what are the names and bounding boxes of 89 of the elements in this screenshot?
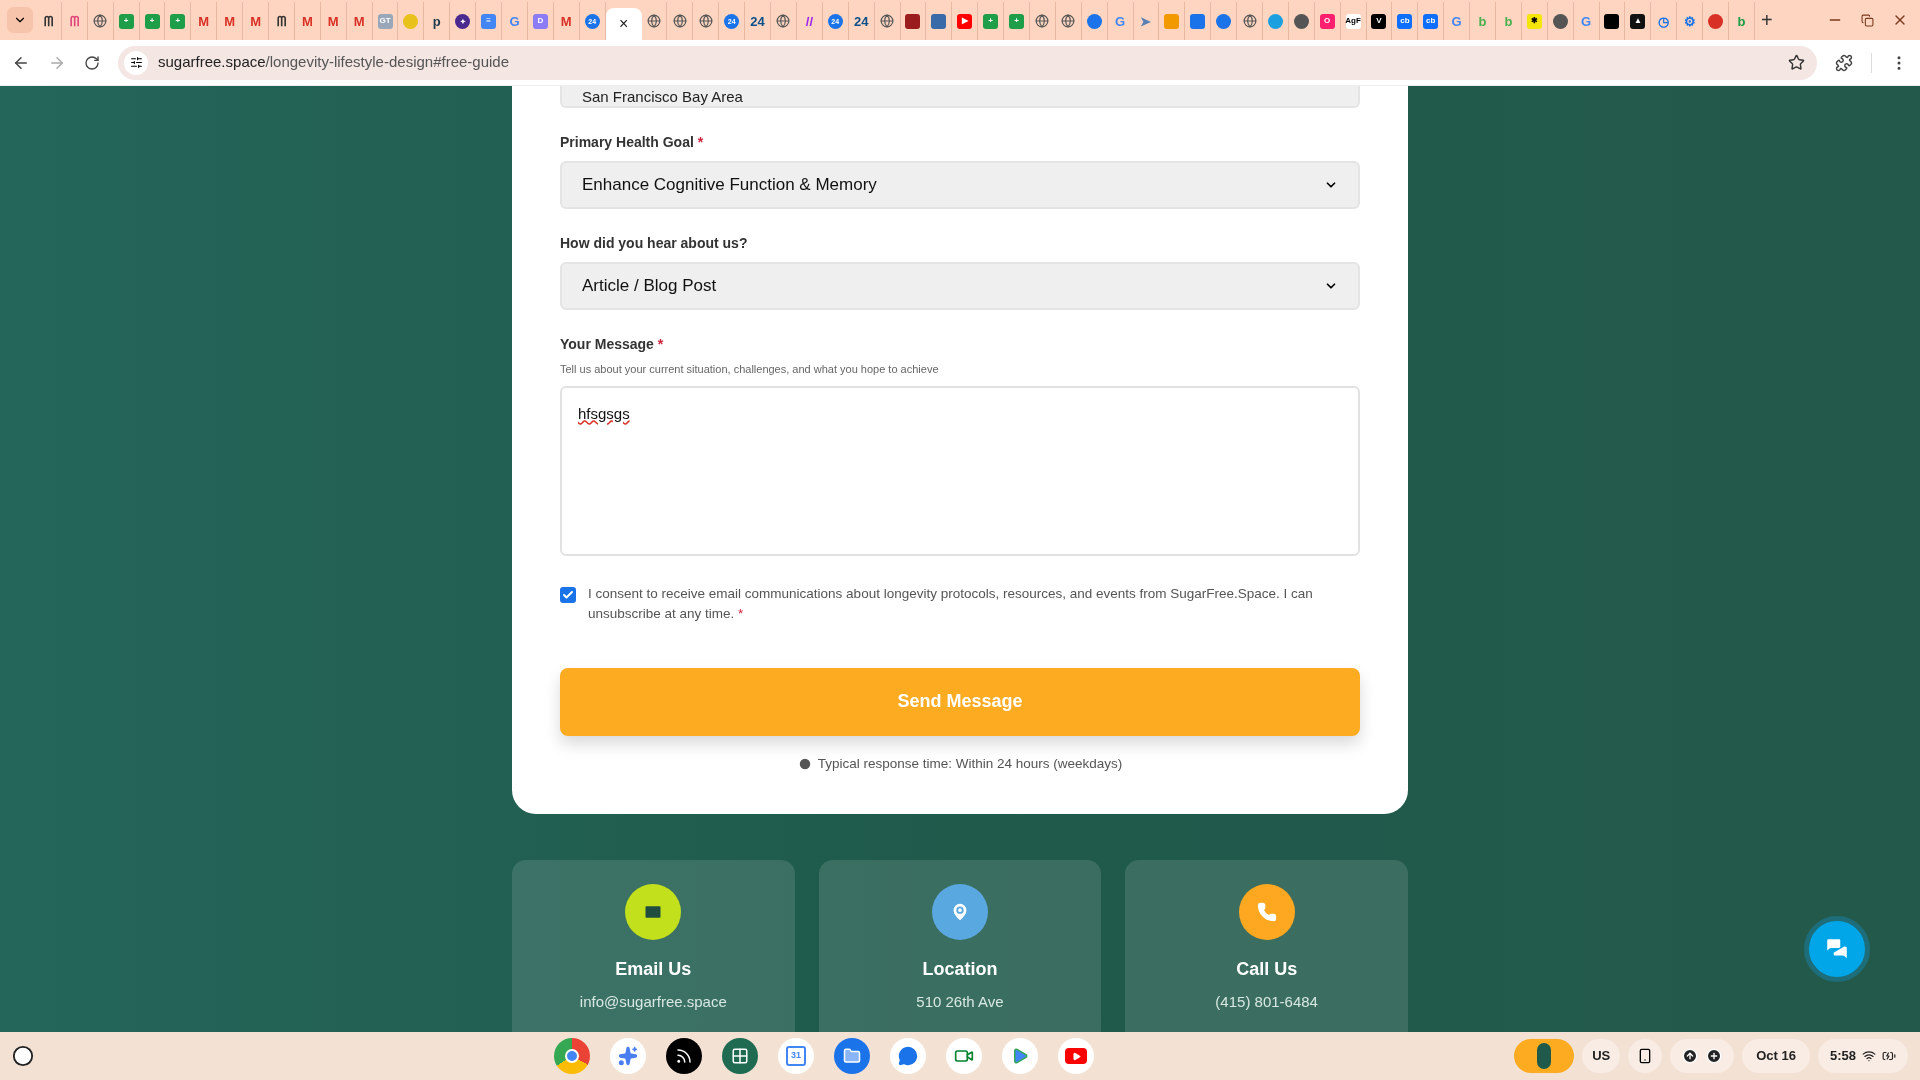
favicon-icon: ➤ (1140, 14, 1152, 28)
waves-app-icon[interactable] (666, 1038, 703, 1074)
favicon-icon: O (1319, 13, 1335, 29)
battery-icon (1882, 1049, 1896, 1063)
favicon-icon: M (224, 14, 236, 28)
bookmark-star-icon[interactable] (1788, 54, 1805, 71)
date-display[interactable]: Oct 16 (1742, 1039, 1810, 1073)
message-field[interactable]: hfsgsgs (560, 385, 1360, 556)
favicon-icon: ≡ (481, 13, 497, 29)
input-method[interactable]: US (1582, 1039, 1621, 1073)
favicon-icon: ▲ (1630, 13, 1646, 29)
card-value: info@sugarfree.space (579, 991, 727, 1012)
favicon-icon: M (301, 14, 313, 28)
favicon-icon: ✱ (1526, 13, 1542, 29)
favicon-icon: M (198, 14, 210, 28)
card-value: 510 26th Ave (916, 991, 1004, 1012)
new-tab-button[interactable]: + (1760, 10, 1773, 30)
favicon-icon: G (1581, 14, 1592, 28)
favicon-icon: AgF (1345, 13, 1361, 29)
favicon-icon: D (532, 13, 548, 29)
favicon-icon: M (250, 14, 261, 28)
favicon-icon: b (1478, 14, 1487, 28)
favicon-icon: b (1504, 14, 1513, 28)
dropdown-field[interactable]: Article / Blog Post (560, 262, 1360, 310)
tab[interactable]: + (1004, 2, 1030, 40)
favicon-icon: 24 (853, 14, 869, 28)
favicon-icon: ᗰ (276, 14, 286, 28)
favicon-icon: cb (1397, 13, 1413, 29)
sparkle-app-icon[interactable] (610, 1038, 647, 1074)
clock-tray[interactable]: 5:58 (1817, 1039, 1908, 1073)
phone-hub-icon[interactable] (1628, 1039, 1663, 1073)
text-field[interactable]: San Francisco Bay Area (560, 86, 1360, 108)
favicon-icon: V (1371, 13, 1387, 29)
check-icon (562, 588, 574, 601)
field-hint: Tell us about your current situation, challenges, and what you hope to achieve (560, 362, 940, 377)
favicon-icon: M (327, 14, 339, 28)
phone-icon (1256, 901, 1277, 922)
card-title: Email Us (615, 957, 692, 981)
browser-app-icon[interactable] (554, 1038, 591, 1074)
favicon-icon: + (170, 13, 186, 29)
card-title: Call Us (1236, 957, 1298, 981)
card-value: (415) 801-6484 (1215, 991, 1318, 1012)
video-player-icon[interactable] (1058, 1038, 1095, 1074)
field-label: How did you hear about us? (560, 234, 749, 253)
favicon-icon: p (432, 14, 441, 28)
address-bar[interactable]: sugarfree.space/longevity-lifestyle-design#free-guide (118, 45, 1817, 80)
status-icons[interactable] (1670, 1039, 1735, 1073)
favicon-icon: ᗰ (69, 14, 79, 28)
favicon-icon: ᗰ (43, 14, 53, 28)
favicon-icon: cb (1423, 13, 1439, 29)
send-message-button[interactable]: Send Message (560, 667, 1360, 736)
restore-icon[interactable] (1861, 13, 1874, 27)
card-title: Location (922, 957, 998, 981)
favicon-icon: 24 (750, 14, 765, 28)
favicon-icon: GT (377, 13, 393, 29)
favicon-icon: M (353, 14, 365, 28)
play-store-icon[interactable] (1002, 1038, 1039, 1074)
response-time-note: Typical response time: Within 24 hours (weekdays) (817, 754, 1123, 773)
video-app-icon[interactable] (946, 1038, 983, 1074)
favicon-icon: ▶ (957, 13, 973, 29)
chat-app-icon[interactable] (890, 1038, 927, 1074)
favicon-icon: b (1737, 14, 1746, 28)
calendar-app-icon[interactable]: 31 (778, 1038, 815, 1074)
favicon-icon: M (560, 14, 572, 28)
favicon-icon: ◷ (1658, 14, 1670, 28)
favicon-icon: + (144, 13, 160, 29)
consent-text: I consent to receive email communications about longevity protocols, resources, and events from SugarFree.Space. I can unsubscribe at any time. * (588, 584, 1314, 623)
favicon-icon: G (509, 14, 520, 28)
favicon-icon: // (805, 14, 813, 28)
favicon-icon: G (1451, 14, 1462, 28)
field-label: Your Message * (560, 335, 665, 354)
reload-icon[interactable] (84, 54, 100, 71)
url-text: sugarfree.space/longevity-lifestyle-design#free-guide (158, 52, 510, 73)
extensions-icon[interactable] (1835, 53, 1853, 72)
favicon-icon: + (1009, 13, 1024, 29)
active-tab[interactable]: × (605, 8, 642, 40)
grid-app-icon[interactable] (722, 1038, 759, 1074)
folder-app-icon[interactable] (834, 1038, 871, 1074)
consent-checkbox[interactable] (560, 586, 576, 603)
field-label: Primary Health Goal * (560, 133, 705, 152)
favicon-icon: + (118, 13, 134, 29)
favicon-icon: ⚙ (1683, 14, 1696, 28)
wifi-icon (1862, 1049, 1876, 1063)
launcher-icon[interactable] (12, 1045, 34, 1067)
dropdown-field[interactable]: Enhance Cognitive Function & Memory (560, 161, 1360, 209)
favicon-icon: + (983, 13, 999, 29)
site-settings-icon[interactable] (124, 50, 148, 75)
tab-search-button[interactable] (7, 7, 33, 33)
favicon-icon: G (1115, 14, 1126, 28)
